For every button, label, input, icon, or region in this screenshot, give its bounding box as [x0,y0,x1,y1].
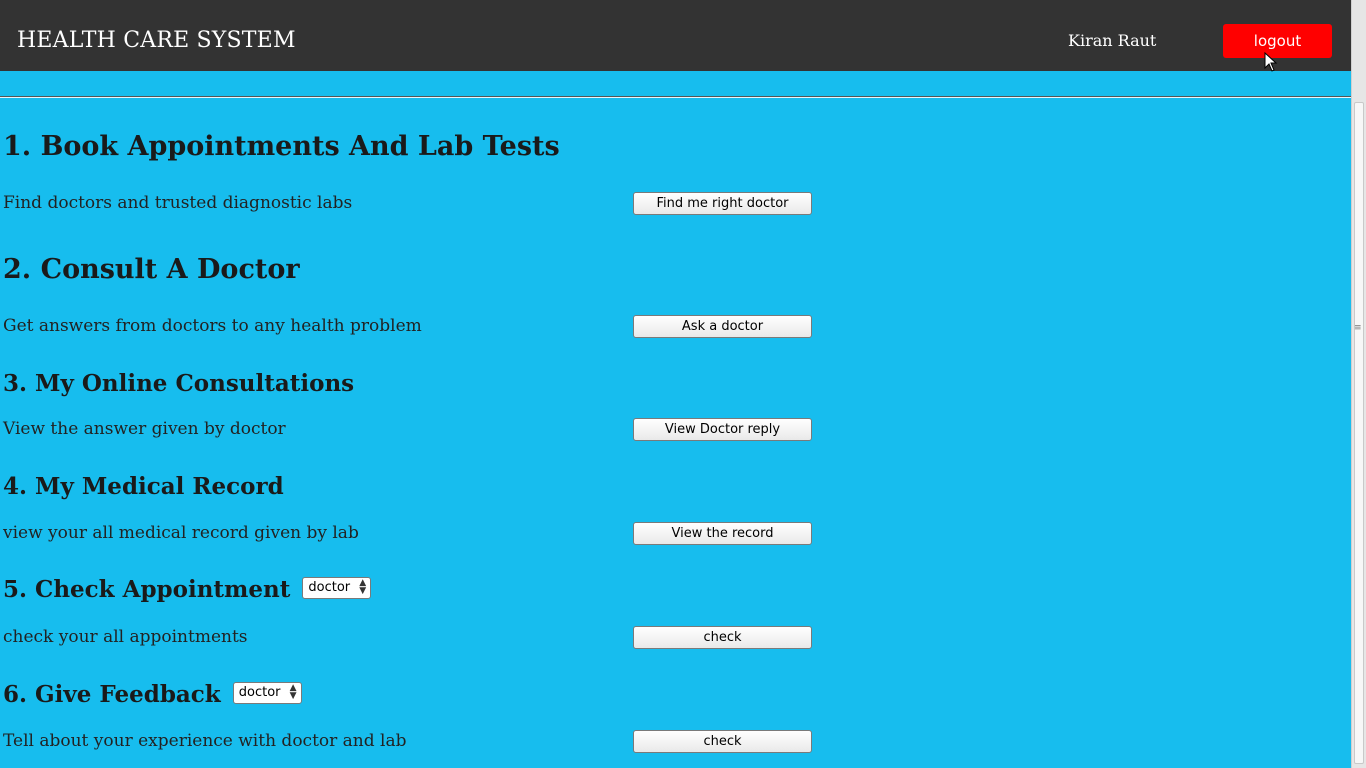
view-record-button[interactable]: View the record [633,522,812,545]
vertical-scrollbar[interactable]: ≡ [1351,0,1366,768]
appointment-type-select[interactable]: doctor ▲ ▼ [302,577,372,599]
user-name: Kiran Raut [1068,31,1157,50]
view-doctor-reply-button[interactable]: View Doctor reply [633,418,812,441]
ask-doctor-button[interactable]: Ask a doctor [633,315,812,338]
section-title-book-appointments: 1. Book Appointments And Lab Tests [3,131,560,162]
give-feedback-button[interactable]: check [633,730,812,753]
section-title-medical-record: 4. My Medical Record [3,473,284,500]
section-title-give-feedback: 6. Give Feedback doctor ▲ ▼ [3,681,302,708]
mouse-cursor-icon [1264,52,1278,72]
section-description-online-consultations: View the answer given by doctor [3,419,286,439]
appointment-type-select-value: doctor [308,580,351,595]
section-description-give-feedback: Tell about your experience with doctor a… [3,731,407,751]
divider [0,96,1351,98]
app-title: HEALTH CARE SYSTEM [17,28,296,53]
scrollbar-grip-icon: ≡ [1354,323,1362,333]
section-title-give-feedback-text: 6. Give Feedback [3,681,221,708]
section-title-online-consultations: 3. My Online Consultations [3,370,355,397]
section-title-check-appointment-text: 5. Check Appointment [3,576,291,603]
feedback-type-select[interactable]: doctor ▲ ▼ [232,682,302,704]
section-title-check-appointment: 5. Check Appointment doctor ▲ ▼ [3,576,372,603]
feedback-type-select-value: doctor [238,685,281,700]
find-doctor-button[interactable]: Find me right doctor [633,192,812,215]
check-appointment-button[interactable]: check [633,626,812,649]
section-title-consult-doctor: 2. Consult A Doctor [3,254,300,285]
section-description-consult-doctor: Get answers from doctors to any health p… [3,316,422,336]
section-description-book-appointments: Find doctors and trusted diagnostic labs [3,193,353,213]
scrollbar-thumb[interactable] [1354,102,1364,764]
select-arrows-icon: ▲ ▼ [289,683,297,701]
select-arrows-icon: ▲ ▼ [359,578,367,596]
top-navbar: HEALTH CARE SYSTEM Kiran Raut logout [0,0,1351,71]
section-description-medical-record: view your all medical record given by la… [3,523,359,543]
section-description-check-appointment: check your all appointments [3,627,248,647]
